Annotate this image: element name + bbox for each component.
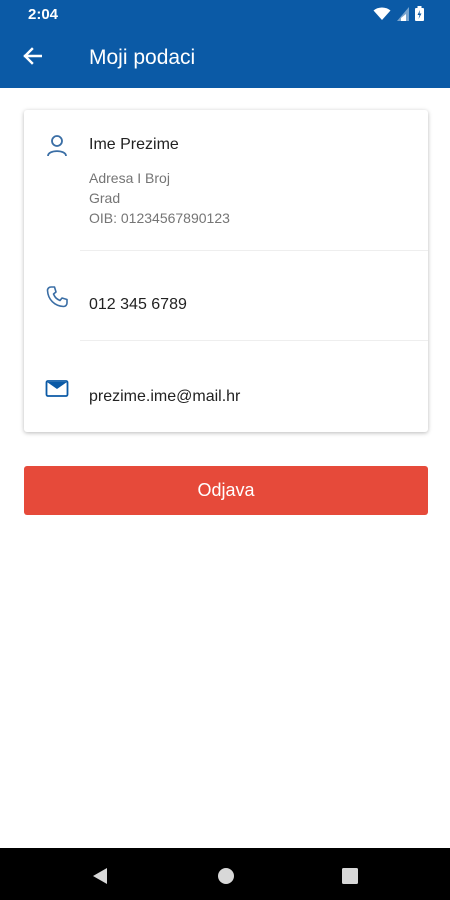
arrow-back-icon: [22, 46, 43, 70]
divider: [80, 340, 428, 341]
user-address: Adresa I Broj: [89, 170, 170, 186]
signal-icon: [397, 6, 409, 26]
back-button[interactable]: [16, 44, 48, 72]
profile-card: Ime Prezime Adresa I Broj Grad OIB: 0123…: [24, 110, 428, 432]
logout-button[interactable]: Odjava: [24, 466, 428, 515]
status-bar: 2:04: [0, 0, 450, 28]
status-time: 2:04: [28, 6, 59, 23]
status-icons: [373, 6, 424, 26]
user-oib: OIB: 01234567890123: [89, 210, 230, 226]
phone-icon: [42, 282, 72, 312]
user-city: Grad: [89, 190, 121, 206]
divider: [80, 250, 428, 251]
user-email[interactable]: prezime.ime@mail.hr: [89, 388, 240, 406]
back-triangle-icon[interactable]: [88, 864, 112, 888]
user-name: Ime Prezime: [89, 136, 179, 153]
user-phone[interactable]: 012 345 6789: [89, 296, 187, 314]
battery-icon: [415, 6, 424, 26]
home-circle-icon[interactable]: [214, 864, 238, 888]
mail-icon: [42, 374, 72, 404]
navigation-bar: [0, 848, 450, 900]
page-title: Moji podaci: [89, 46, 196, 69]
wifi-icon: [373, 7, 391, 26]
person-icon: [42, 130, 72, 160]
app-bar: Moji podaci: [0, 28, 450, 88]
recents-square-icon[interactable]: [338, 864, 362, 888]
